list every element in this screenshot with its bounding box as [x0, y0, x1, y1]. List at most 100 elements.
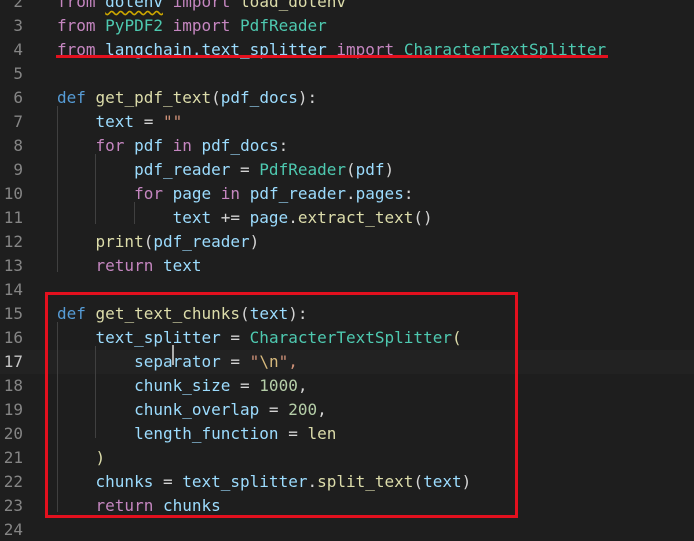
line-number: 21	[3, 448, 23, 467]
code-line[interactable]: 12 print(pdf_reader)	[0, 230, 694, 254]
code-editor[interactable]: 2 from dotenv import load_dotenv 3 from PyP…	[0, 0, 694, 541]
line-number: 11	[3, 208, 23, 227]
line-number: 22	[3, 472, 23, 491]
line-number: 14	[3, 280, 23, 299]
code-token: pdf_reader	[249, 184, 347, 203]
code-line[interactable]: 8 for pdf in pdf_docs:	[0, 134, 694, 158]
line-number: 5	[13, 64, 23, 83]
code-text: from langchain.text_splitter import Char…	[57, 38, 606, 62]
code-token: print	[95, 232, 144, 251]
code-token: =	[134, 112, 163, 131]
line-number: 18	[3, 376, 23, 395]
code-token: ""	[162, 112, 183, 131]
line-number: 24	[3, 520, 23, 539]
line-number: 2	[13, 0, 23, 11]
code-token: .	[288, 208, 298, 227]
line-number: 12	[3, 232, 23, 251]
code-token: ):	[297, 88, 318, 107]
code-token: (	[346, 160, 356, 179]
code-token: (	[143, 232, 154, 251]
code-line[interactable]: 13 return text	[0, 254, 694, 278]
line-number: 3	[13, 16, 23, 35]
code-token: )	[384, 160, 395, 179]
code-line[interactable]: 6 def get_pdf_text(pdf_docs):	[0, 86, 694, 110]
code-token: in	[220, 184, 241, 203]
indent-guide	[57, 106, 58, 272]
code-line[interactable]: 24	[0, 518, 694, 541]
code-text: text = ""	[57, 110, 183, 134]
code-token: PyPDF2	[105, 16, 163, 35]
code-token: )	[249, 232, 260, 251]
code-token: return	[95, 256, 154, 275]
line-number: 8	[13, 136, 23, 155]
code-text: text += page.extract_text()	[57, 206, 433, 230]
code-text: return text	[57, 254, 202, 278]
code-token: pdf	[355, 160, 385, 179]
code-token: pdf_reader	[134, 160, 231, 179]
line-number: 7	[13, 112, 23, 131]
code-token: PdfReader	[259, 160, 346, 179]
code-token: =	[230, 160, 260, 179]
code-line[interactable]: 11 text += page.extract_text()	[0, 206, 694, 230]
line-number: 20	[3, 424, 23, 443]
code-token: extract_text	[297, 208, 414, 227]
code-token: page	[172, 184, 212, 203]
code-token: for	[134, 184, 163, 203]
line-number: 19	[3, 400, 23, 419]
code-token: import	[172, 16, 231, 35]
line-number: 17	[3, 352, 23, 371]
code-token: pdf_docs	[201, 136, 279, 155]
code-line[interactable]: 7 text = ""	[0, 110, 694, 134]
code-line[interactable]: 4 from langchain.text_splitter import Cha…	[0, 38, 694, 62]
line-number: 4	[13, 40, 23, 59]
code-token: pdf_docs	[220, 88, 298, 107]
line-number: 16	[3, 328, 23, 347]
indent-guide	[95, 154, 96, 224]
highlight-underline	[56, 55, 608, 58]
code-line[interactable]: 5	[0, 62, 694, 86]
code-token: +=	[211, 208, 250, 227]
code-text: def get_pdf_text(pdf_docs):	[57, 86, 317, 110]
line-number: 9	[13, 160, 23, 179]
code-token: in	[172, 136, 192, 155]
code-token: dotenv	[105, 0, 163, 11]
code-text: pdf_reader = PdfReader(pdf)	[57, 158, 394, 182]
code-token: :	[278, 136, 289, 155]
code-line[interactable]: 9 pdf_reader = PdfReader(pdf)	[0, 158, 694, 182]
code-token: pdf	[134, 136, 163, 155]
line-number: 23	[3, 496, 23, 515]
code-line[interactable]: 3 from PyPDF2 import PdfReader	[0, 14, 694, 38]
code-line[interactable]: 10 for page in pdf_reader.pages:	[0, 182, 694, 206]
code-token: for	[95, 136, 125, 155]
line-number: 10	[3, 184, 23, 203]
code-text: from dotenv import load_dotenv	[57, 0, 346, 14]
code-token: (	[211, 88, 221, 107]
line-number: 13	[3, 256, 23, 275]
code-token: get_pdf_text	[95, 88, 212, 107]
code-line[interactable]: 2 from dotenv import load_dotenv	[0, 0, 694, 14]
code-token: PdfReader	[240, 16, 327, 35]
code-text: for page in pdf_reader.pages:	[57, 182, 413, 206]
code-token: import	[172, 0, 231, 11]
code-token: ()	[413, 208, 433, 227]
code-token: from	[57, 0, 96, 11]
code-token: :	[403, 184, 414, 203]
code-token: pdf_reader	[153, 232, 250, 251]
code-text: for pdf in pdf_docs:	[57, 134, 289, 158]
